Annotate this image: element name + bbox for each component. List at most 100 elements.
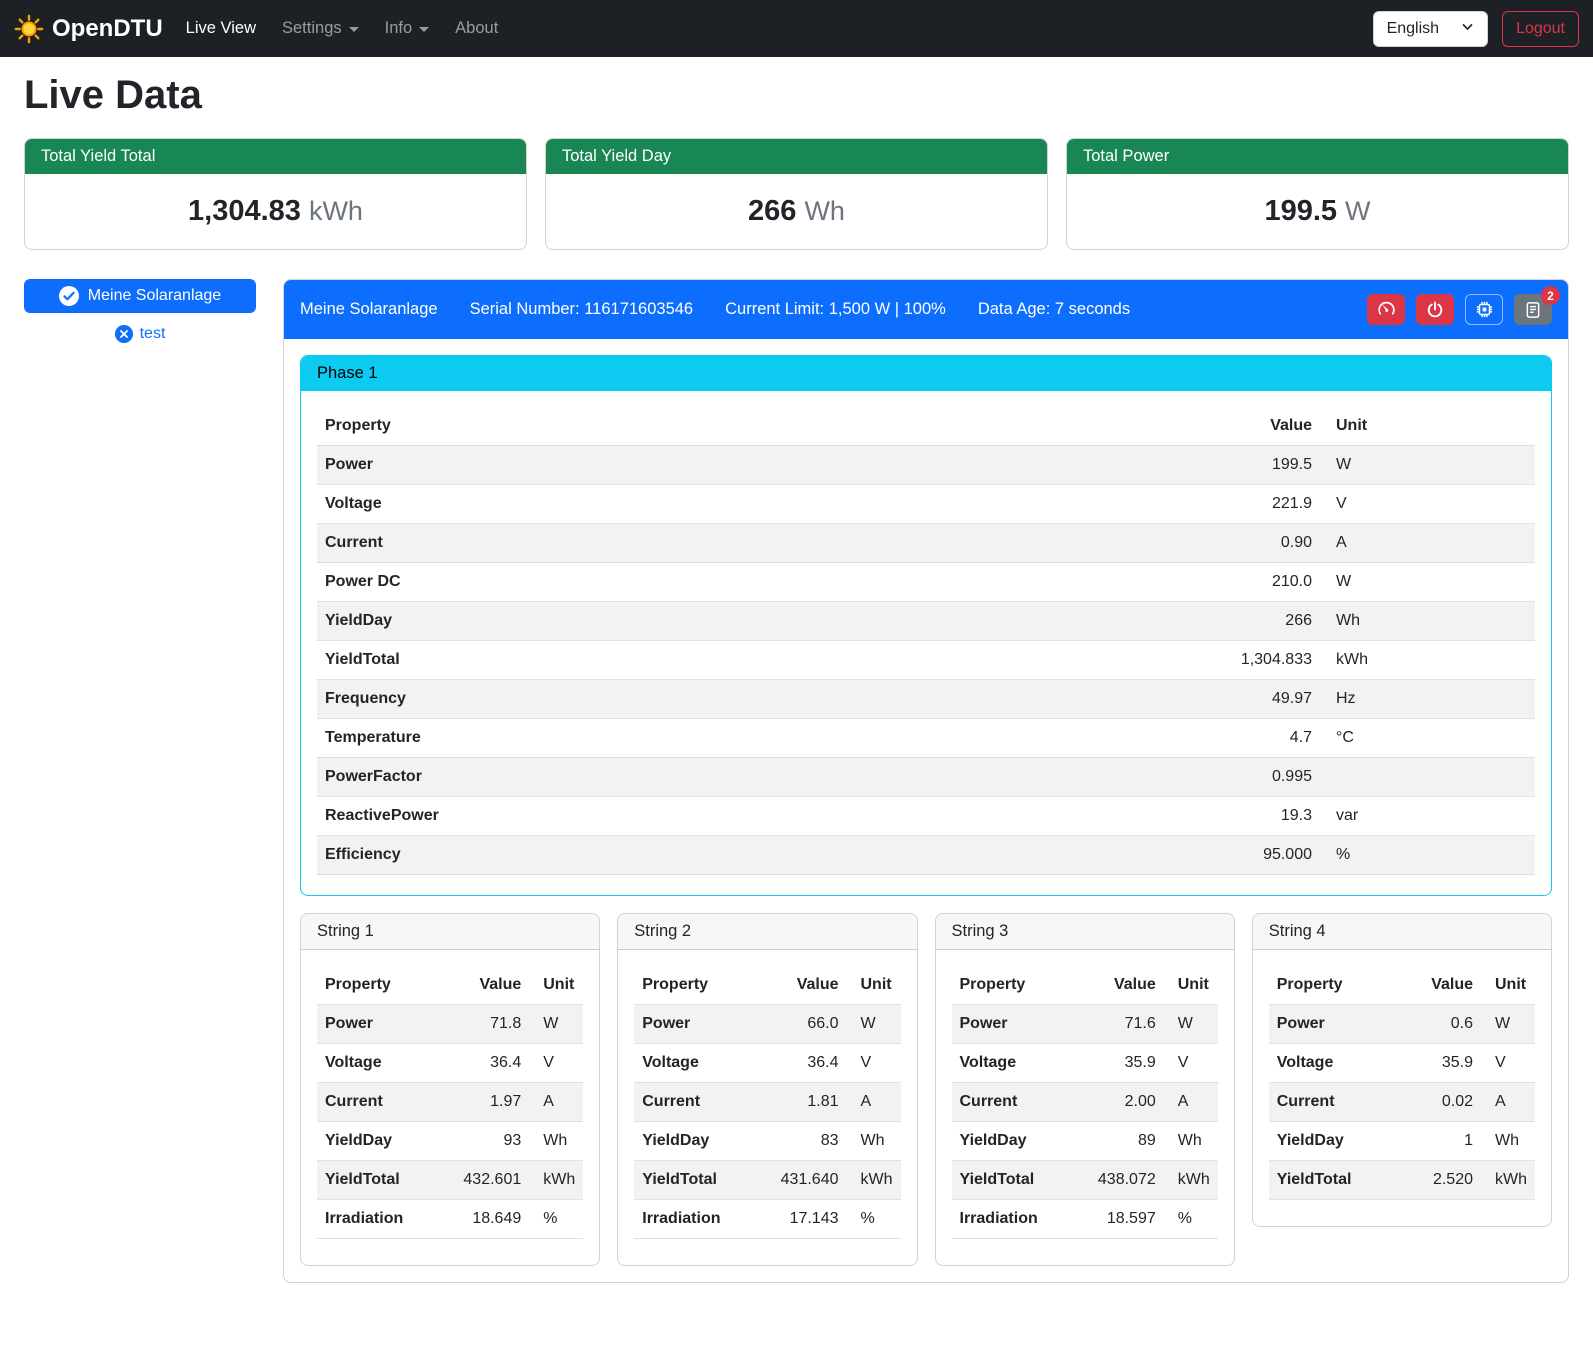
inverter-panel: Meine Solaranlage Serial Number: 1161716… xyxy=(283,279,1569,1283)
table-row-power: Power0.6W xyxy=(1269,1005,1535,1044)
row-unit: kWh xyxy=(847,1161,901,1200)
inverter-data-age: Data Age: 7 seconds xyxy=(978,300,1130,319)
inverter-label: test xyxy=(140,325,166,343)
row-value: 0.90 xyxy=(1170,524,1320,563)
string-card-string-4: String 4 PropertyValueUnitPower0.6WVoltag… xyxy=(1252,913,1552,1227)
row-value: 19.3 xyxy=(1170,797,1320,836)
page-title: Live Data xyxy=(24,73,1569,118)
row-property: YieldTotal xyxy=(634,1161,772,1200)
nav-item-label: About xyxy=(455,19,498,38)
summary-card-body: 266Wh xyxy=(546,174,1047,249)
row-value: 49.97 xyxy=(1170,680,1320,719)
row-unit: kWh xyxy=(529,1161,583,1200)
row-value: 18.649 xyxy=(455,1200,529,1239)
row-property: YieldDay xyxy=(952,1122,1090,1161)
row-property: PowerFactor xyxy=(317,758,1170,797)
row-unit: V xyxy=(1481,1044,1535,1083)
row-property: ReactivePower xyxy=(317,797,1170,836)
main-row: Meine Solaranlage test Meine Solaranlage … xyxy=(24,279,1569,1283)
col-header-unit: Unit xyxy=(847,966,901,1005)
nav-menu: Live View Settings Info About xyxy=(173,11,512,46)
row-property: Frequency xyxy=(317,680,1170,719)
row-unit: W xyxy=(529,1005,583,1044)
table-row-power: Power66.0W xyxy=(634,1005,900,1044)
table-row-yieldtotal: YieldTotal438.072kWh xyxy=(952,1161,1218,1200)
row-property: YieldDay xyxy=(1269,1122,1407,1161)
row-property: YieldTotal xyxy=(1269,1161,1407,1200)
inverter-sidebar: Meine Solaranlage test xyxy=(24,279,256,343)
check-circle-icon xyxy=(59,286,79,306)
brand-link[interactable]: OpenDTU xyxy=(14,14,163,44)
table-row-yieldday: YieldDay93Wh xyxy=(317,1122,583,1161)
nav-item-label: Info xyxy=(385,19,413,38)
phase-card: Phase 1 PropertyValueUnitPower199.5WVolt… xyxy=(300,355,1552,896)
summary-card-total-yield-day: Total Yield Day266Wh xyxy=(545,138,1048,250)
table-row-power: Power199.5W xyxy=(317,446,1535,485)
table-row-yieldday: YieldDay83Wh xyxy=(634,1122,900,1161)
row-unit: % xyxy=(529,1200,583,1239)
row-value: 83 xyxy=(773,1122,847,1161)
table-header-row: PropertyValueUnit xyxy=(952,966,1218,1005)
limit-settings-button[interactable] xyxy=(1367,294,1405,325)
col-header-value: Value xyxy=(1090,966,1164,1005)
row-unit: % xyxy=(1320,836,1535,875)
inverter-panel-header: Meine Solaranlage Serial Number: 1161716… xyxy=(284,280,1568,339)
event-count-badge: 2 xyxy=(1541,286,1560,305)
row-unit: A xyxy=(1164,1083,1218,1122)
summary-card-total-power: Total Power199.5W xyxy=(1066,138,1569,250)
row-value: 432.601 xyxy=(455,1161,529,1200)
table-row-current: Current2.00A xyxy=(952,1083,1218,1122)
col-header-value: Value xyxy=(455,966,529,1005)
cpu-icon xyxy=(1475,300,1494,319)
row-value: 35.9 xyxy=(1407,1044,1481,1083)
col-header-property: Property xyxy=(952,966,1090,1005)
power-button[interactable] xyxy=(1416,294,1454,325)
nav-item-about[interactable]: About xyxy=(442,11,511,46)
table-row-power-dc: Power DC210.0W xyxy=(317,563,1535,602)
row-property: Irradiation xyxy=(317,1200,455,1239)
nav-item-label: Live View xyxy=(186,19,256,38)
row-property: YieldDay xyxy=(317,602,1170,641)
summary-card-body: 1,304.83kWh xyxy=(25,174,526,249)
row-unit: V xyxy=(1164,1044,1218,1083)
row-value: 95.000 xyxy=(1170,836,1320,875)
language-select[interactable]: English xyxy=(1373,11,1488,47)
nav-item-info[interactable]: Info xyxy=(372,11,443,46)
summary-card-total-yield-total: Total Yield Total1,304.83kWh xyxy=(24,138,527,250)
nav-item-settings[interactable]: Settings xyxy=(269,11,372,46)
row-property: Power xyxy=(952,1005,1090,1044)
table-row-yieldtotal: YieldTotal432.601kWh xyxy=(317,1161,583,1200)
table-row-efficiency: Efficiency95.000% xyxy=(317,836,1535,875)
inverter-action-buttons: 2 xyxy=(1367,294,1552,325)
event-log-button[interactable]: 2 xyxy=(1514,294,1552,325)
row-property: Current xyxy=(317,524,1170,563)
row-value: 36.4 xyxy=(455,1044,529,1083)
summary-card-unit: Wh xyxy=(804,196,845,226)
string-card-title: String 4 xyxy=(1253,914,1551,950)
table-row-yieldtotal: YieldTotal2.520kWh xyxy=(1269,1161,1535,1200)
table-row-voltage: Voltage35.9V xyxy=(1269,1044,1535,1083)
string-card-string-3: String 3PropertyValueUnitPower71.6WVolta… xyxy=(935,913,1235,1266)
table-row-irradiation: Irradiation18.649% xyxy=(317,1200,583,1239)
data-table: PropertyValueUnitPower199.5WVoltage221.9… xyxy=(317,407,1535,875)
row-value: 71.6 xyxy=(1090,1005,1164,1044)
inverter-serial: Serial Number: 116171603546 xyxy=(470,300,694,319)
device-info-button[interactable] xyxy=(1465,294,1503,325)
logout-button[interactable]: Logout xyxy=(1502,11,1579,47)
row-unit: var xyxy=(1320,797,1535,836)
row-value: 2.00 xyxy=(1090,1083,1164,1122)
row-value: 93 xyxy=(455,1122,529,1161)
table-row-voltage: Voltage36.4V xyxy=(317,1044,583,1083)
string-card-title: String 1 xyxy=(301,914,599,950)
inverter-select-test[interactable]: test xyxy=(24,325,256,343)
row-value: 0.6 xyxy=(1407,1005,1481,1044)
table-row-yieldtotal: YieldTotal1,304.833kWh xyxy=(317,641,1535,680)
row-property: Current xyxy=(1269,1083,1407,1122)
inverter-select-meine-solaranlage[interactable]: Meine Solaranlage xyxy=(24,279,256,313)
summary-card-title: Total Yield Total xyxy=(25,139,526,174)
row-property: YieldTotal xyxy=(952,1161,1090,1200)
table-header-row: PropertyValueUnit xyxy=(1269,966,1535,1005)
navbar-right: English Logout xyxy=(1373,11,1579,47)
nav-item-live-view[interactable]: Live View xyxy=(173,11,269,46)
journal-icon xyxy=(1524,301,1542,319)
